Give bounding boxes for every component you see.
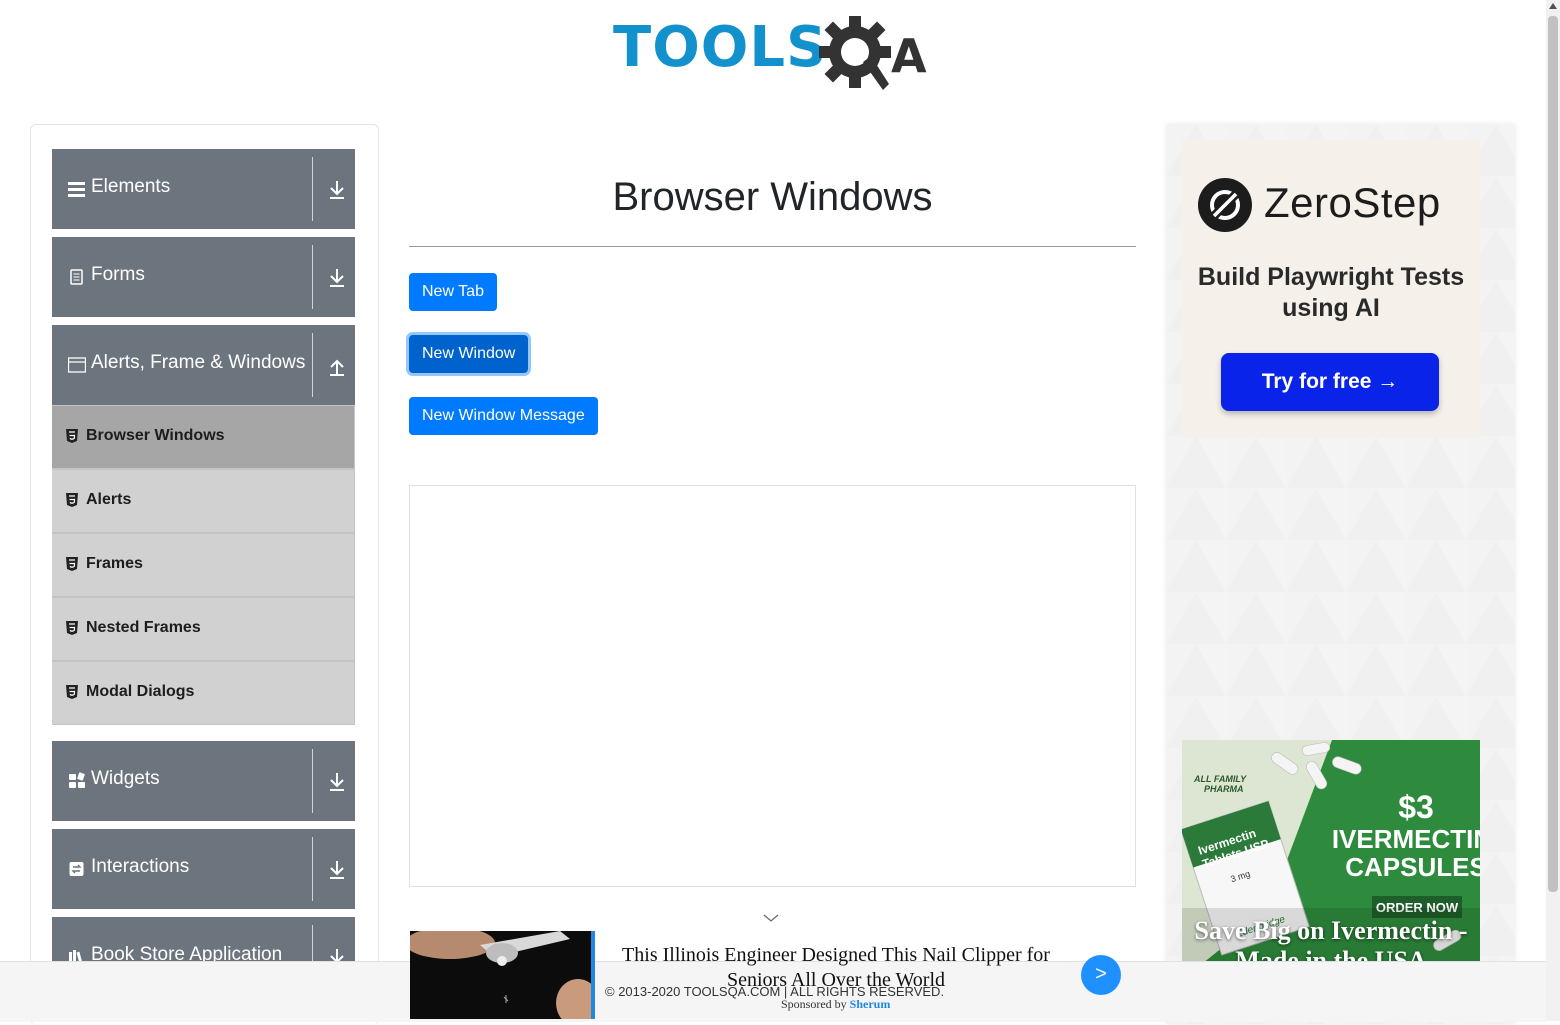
sidebar-item-label: Nested Frames: [86, 619, 201, 636]
expand-down-icon[interactable]: [328, 267, 346, 289]
collapse-up-icon[interactable]: [328, 355, 346, 377]
interactions-icon: [69, 862, 84, 876]
group-divider: [312, 749, 313, 813]
logo-qa-gear-icon: A: [819, 16, 927, 90]
zerostep-tagline: Build Playwright Tests using AI: [1197, 263, 1465, 322]
sponsor-headline[interactable]: This Illinois Engineer Designed This Nai…: [610, 943, 1062, 993]
group-elements[interactable]: Elements: [52, 149, 355, 229]
group-label: Elements: [91, 176, 171, 197]
group-divider: [312, 157, 313, 221]
sidebar-item-label: Browser Windows: [86, 427, 225, 444]
html5-icon: [66, 621, 78, 635]
group-label: Alerts, Frame & Windows: [91, 352, 306, 373]
document-icon: [70, 269, 83, 285]
chevron-down-icon[interactable]: [763, 913, 779, 923]
new-window-message-button[interactable]: New Window Message: [409, 397, 598, 435]
sponsored-prefix: Sponsored by: [781, 997, 847, 1011]
group-label: Forms: [91, 264, 145, 285]
group-divider: [312, 333, 313, 397]
group-label: Widgets: [91, 768, 160, 789]
page-title: Browser Windows: [612, 175, 933, 219]
sponsor-thumbnail[interactable]: [410, 931, 591, 1019]
nail-clipper-image: [410, 931, 591, 1019]
logo-tools-text: TOOLS: [613, 15, 828, 80]
sidebar-item-label: Modal Dialogs: [86, 683, 195, 700]
group-forms[interactable]: Forms: [52, 237, 355, 317]
widgets-icon: [69, 772, 85, 788]
next-ad-button[interactable]: >: [1081, 955, 1121, 995]
ad-placeholder: [409, 485, 1136, 887]
sidebar-item-modal-dialogs[interactable]: Modal Dialogs: [52, 661, 355, 725]
group-label: Interactions: [91, 856, 190, 877]
group-divider: [312, 245, 313, 309]
html5-icon: [66, 685, 78, 699]
drug-name-text: IVERMECTIN: [1332, 824, 1480, 854]
group-widgets[interactable]: Widgets: [52, 741, 355, 821]
sidebar-item-label: Alerts: [86, 491, 132, 508]
sponsor-brand-link[interactable]: Sherum: [850, 997, 891, 1011]
price-text: $3: [1398, 789, 1434, 825]
sidebar-item-label: Frames: [86, 555, 143, 572]
try-for-free-button[interactable]: Try for free →: [1221, 353, 1439, 411]
html5-icon: [66, 493, 78, 507]
sidebar-item-nested-frames[interactable]: Nested Frames: [52, 597, 355, 661]
html5-icon: [66, 557, 78, 571]
window-icon: [68, 357, 86, 373]
logo-a-letter: A: [891, 29, 927, 83]
expand-down-icon[interactable]: [328, 859, 346, 881]
zerostep-logo-icon: [1198, 178, 1252, 232]
zerostep-brand: ZeroStep: [1264, 179, 1441, 226]
new-tab-button[interactable]: New Tab: [409, 273, 497, 311]
scrollbar-thumb[interactable]: [1548, 16, 1558, 892]
new-window-button[interactable]: New Window: [409, 335, 529, 373]
sidebar-item-browser-windows[interactable]: Browser Windows: [52, 405, 355, 469]
group-alerts-frame-windows[interactable]: Alerts, Frame & Windows: [52, 325, 355, 405]
sponsored-by: Sponsored by Sherum: [781, 997, 890, 1012]
html5-icon: [66, 429, 78, 443]
toolsqa-logo[interactable]: TOOLS A: [613, 14, 937, 94]
sidebar-item-alerts[interactable]: Alerts: [52, 469, 355, 533]
title-divider: [409, 246, 1136, 247]
expand-down-icon[interactable]: [328, 179, 346, 201]
expand-down-icon[interactable]: [328, 771, 346, 793]
capsules-text: CAPSULES: [1345, 852, 1480, 882]
group-divider: [312, 837, 313, 901]
sponsor-accent-bar: [591, 931, 595, 1019]
scroll-up-arrow-icon[interactable]: [1548, 2, 1558, 10]
sidebar-item-frames[interactable]: Frames: [52, 533, 355, 597]
hamburger-icon: [68, 182, 85, 197]
group-interactions[interactable]: Interactions: [52, 829, 355, 909]
